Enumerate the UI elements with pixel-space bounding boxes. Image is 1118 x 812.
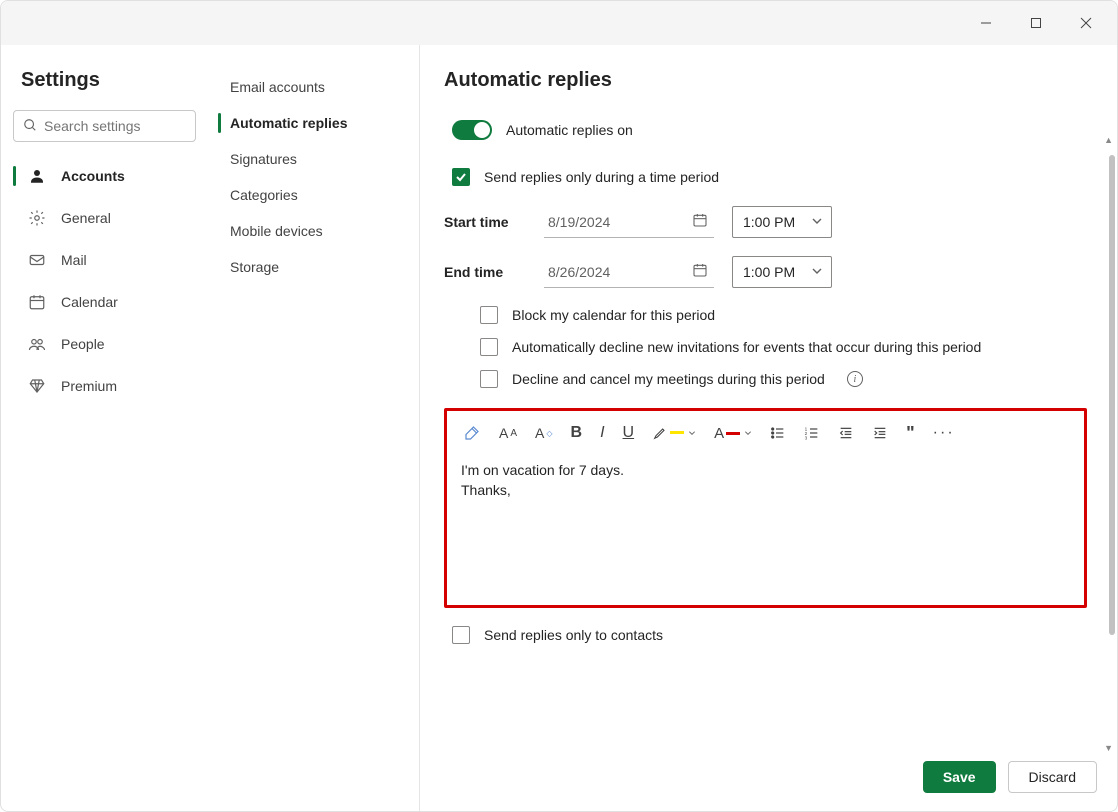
end-date-input[interactable]: 8/26/2024	[544, 256, 714, 288]
more-button[interactable]: ···	[933, 424, 955, 442]
editor-line: I'm on vacation for 7 days.	[461, 461, 1070, 481]
search-icon	[23, 118, 37, 135]
nav-label: Premium	[61, 378, 117, 394]
font-color-button[interactable]: A	[714, 425, 752, 442]
nav-label: Mail	[61, 252, 87, 268]
nav-label: General	[61, 210, 111, 226]
calendar-icon	[692, 262, 708, 281]
end-time-dropdown[interactable]: 1:00 PM	[732, 256, 832, 288]
nav-label: Accounts	[61, 168, 125, 184]
nav-label: People	[61, 336, 105, 352]
contacts-only-checkbox[interactable]	[452, 626, 470, 644]
start-time-dropdown[interactable]: 1:00 PM	[732, 206, 832, 238]
bullet-list-button[interactable]	[770, 425, 786, 441]
search-input[interactable]	[13, 110, 196, 142]
settings-window: Settings Accounts General Mail Calendar	[0, 0, 1118, 812]
calendar-icon	[27, 292, 47, 312]
italic-button[interactable]: I	[600, 424, 604, 442]
minimize-button[interactable]	[963, 7, 1009, 39]
nav-label: Calendar	[61, 294, 118, 310]
numbered-list-button[interactable]: 123	[804, 425, 820, 441]
indent-button[interactable]	[872, 425, 888, 441]
nav-general[interactable]: General	[13, 200, 196, 236]
editor-line: Thanks,	[461, 481, 1070, 501]
mail-icon	[27, 250, 47, 270]
time-period-checkbox[interactable]	[452, 168, 470, 186]
highlight-button[interactable]	[652, 425, 696, 441]
subnav-email-accounts[interactable]: Email accounts	[208, 69, 419, 105]
scroll-down-icon[interactable]: ▼	[1104, 743, 1113, 753]
main-panel: Automatic replies Automatic replies on S…	[420, 45, 1117, 811]
block-calendar-label: Block my calendar for this period	[512, 307, 715, 323]
start-date-input[interactable]: 8/19/2024	[544, 206, 714, 238]
editor-toolbar: AA A◇ B I U A 123 " ···	[447, 411, 1084, 455]
decline-cancel-checkbox[interactable]	[480, 370, 498, 388]
block-calendar-checkbox[interactable]	[480, 306, 498, 324]
settings-nav: Settings Accounts General Mail Calendar	[1, 45, 208, 811]
contacts-only-label: Send replies only to contacts	[484, 627, 663, 643]
settings-heading: Settings	[13, 69, 196, 104]
outdent-button[interactable]	[838, 425, 854, 441]
svg-text:3: 3	[805, 436, 808, 441]
nav-premium[interactable]: Premium	[13, 368, 196, 404]
reply-message-editor[interactable]: I'm on vacation for 7 days. Thanks,	[447, 455, 1084, 605]
calendar-icon	[692, 212, 708, 231]
gear-icon	[27, 208, 47, 228]
info-icon[interactable]: i	[847, 371, 863, 387]
reply-editor-highlighted: AA A◇ B I U A 123 " ···	[444, 408, 1087, 608]
nav-accounts[interactable]: Accounts	[13, 158, 196, 194]
maximize-button[interactable]	[1013, 7, 1059, 39]
time-period-label: Send replies only during a time period	[484, 169, 719, 185]
person-icon	[27, 166, 47, 186]
font-icon[interactable]: AA	[499, 425, 517, 441]
scrollbar[interactable]	[1109, 155, 1115, 635]
subnav-mobile-devices[interactable]: Mobile devices	[208, 213, 419, 249]
subnav-storage[interactable]: Storage	[208, 249, 419, 285]
people-icon	[27, 334, 47, 354]
decline-new-label: Automatically decline new invitations fo…	[512, 339, 981, 355]
accounts-subnav: Email accounts Automatic replies Signatu…	[208, 45, 420, 811]
start-time-label: Start time	[444, 214, 526, 230]
subnav-categories[interactable]: Categories	[208, 177, 419, 213]
subnav-automatic-replies[interactable]: Automatic replies	[208, 105, 419, 141]
nav-mail[interactable]: Mail	[13, 242, 196, 278]
quote-button[interactable]: "	[906, 423, 915, 444]
diamond-icon	[27, 376, 47, 396]
paintbrush-icon[interactable]	[463, 424, 481, 442]
chevron-down-icon	[811, 264, 823, 280]
page-title: Automatic replies	[444, 69, 1087, 92]
discard-button[interactable]: Discard	[1008, 761, 1097, 793]
subnav-signatures[interactable]: Signatures	[208, 141, 419, 177]
chevron-down-icon	[811, 214, 823, 230]
decline-cancel-label: Decline and cancel my meetings during th…	[512, 371, 825, 387]
bold-button[interactable]: B	[571, 424, 583, 442]
automatic-replies-toggle[interactable]	[452, 120, 492, 140]
decline-new-checkbox[interactable]	[480, 338, 498, 356]
font-size-icon[interactable]: A◇	[535, 425, 553, 441]
titlebar	[1, 1, 1117, 45]
end-time-label: End time	[444, 264, 526, 280]
close-button[interactable]	[1063, 7, 1109, 39]
nav-people[interactable]: People	[13, 326, 196, 362]
footer: Save Discard	[420, 755, 1117, 811]
toggle-label: Automatic replies on	[506, 122, 633, 138]
save-button[interactable]: Save	[923, 761, 996, 793]
nav-calendar[interactable]: Calendar	[13, 284, 196, 320]
scroll-up-icon[interactable]: ▲	[1104, 135, 1113, 145]
underline-button[interactable]: U	[623, 424, 635, 442]
